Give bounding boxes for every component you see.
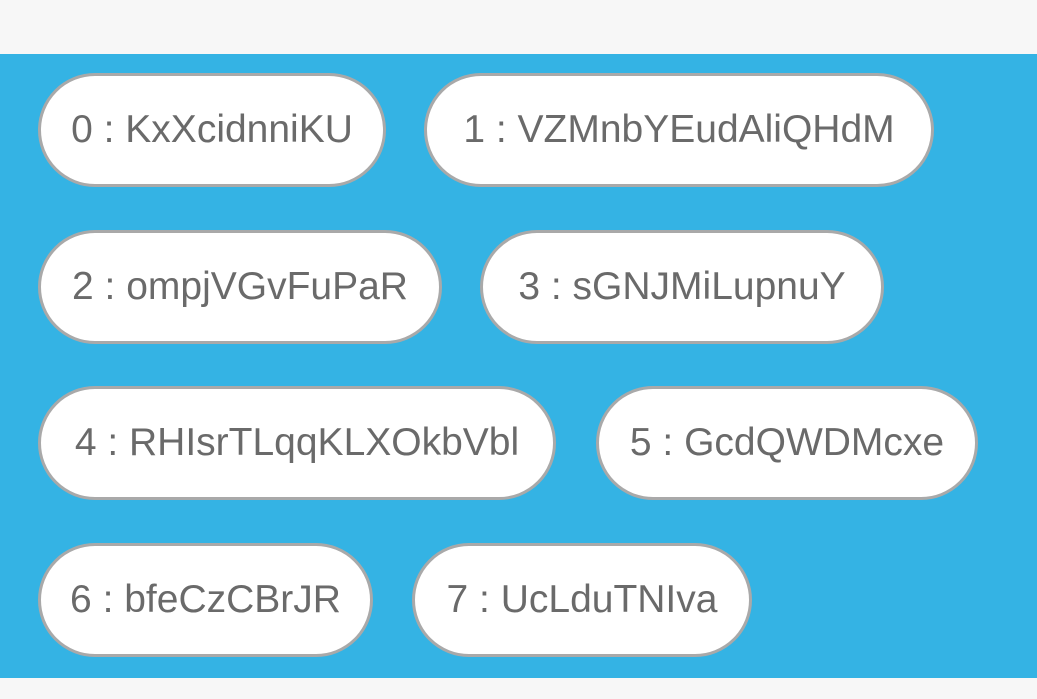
chip-7[interactable]: 7 : UcLduTNIva [412, 543, 752, 657]
chip-6[interactable]: 6 : bfeCzCBrJR [38, 543, 373, 657]
chip-0[interactable]: 0 : KxXcidnniKU [38, 73, 386, 187]
chip-3-label: 3 : sGNJMiLupnuY [518, 265, 846, 308]
chip-1[interactable]: 1 : VZMnbYEudAliQHdM [424, 73, 934, 187]
chip-4[interactable]: 4 : RHIsrTLqqKLXOkbVbl [38, 386, 556, 500]
top-bar [0, 0, 1037, 54]
chip-1-label: 1 : VZMnbYEudAliQHdM [463, 108, 895, 151]
chip-group: 0 : KxXcidnniKU 1 : VZMnbYEudAliQHdM 2 :… [0, 54, 1037, 678]
chip-2[interactable]: 2 : ompjVGvFuPaR [38, 230, 442, 344]
bottom-bar [0, 678, 1037, 699]
chip-3[interactable]: 3 : sGNJMiLupnuY [480, 230, 884, 344]
chip-6-label: 6 : bfeCzCBrJR [70, 578, 341, 621]
chip-7-label: 7 : UcLduTNIva [446, 578, 718, 621]
chip-4-label: 4 : RHIsrTLqqKLXOkbVbl [74, 421, 520, 464]
chip-0-label: 0 : KxXcidnniKU [71, 108, 353, 151]
chip-2-label: 2 : ompjVGvFuPaR [72, 265, 408, 308]
chip-5-label: 5 : GcdQWDMcxe [629, 421, 945, 464]
chip-5[interactable]: 5 : GcdQWDMcxe [596, 386, 978, 500]
